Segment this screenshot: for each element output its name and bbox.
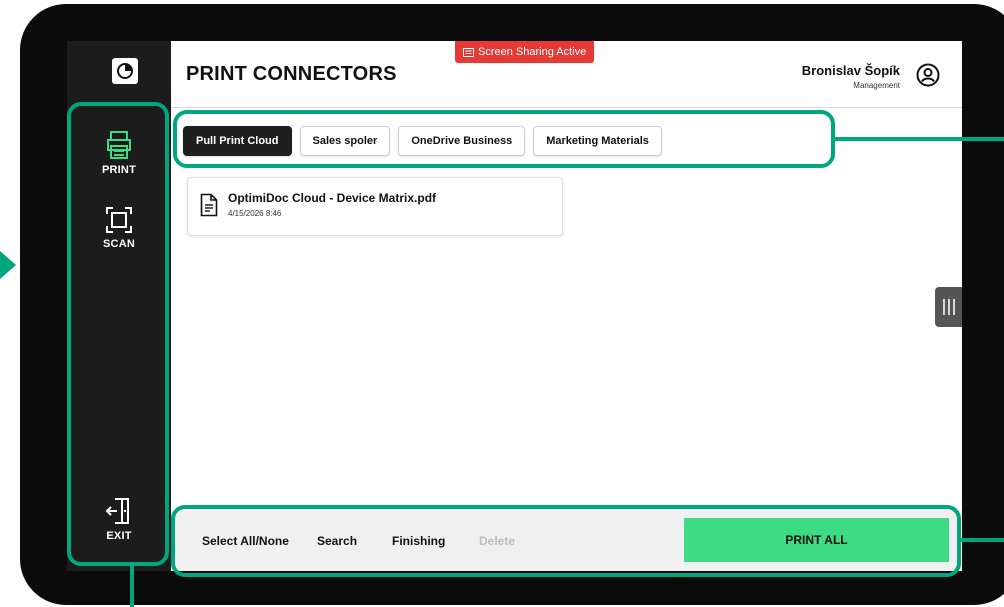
document-icon xyxy=(200,193,218,217)
screen-share-icon xyxy=(463,47,474,57)
callout-connector-line xyxy=(835,137,1004,141)
file-name: OptimiDoc Cloud - Device Matrix.pdf xyxy=(228,191,437,205)
callout-tabs-highlight xyxy=(173,110,835,168)
header: PRINT CONNECTORS Screen Sharing Active B… xyxy=(171,41,962,108)
callout-pointer-arrow xyxy=(0,251,16,279)
screen-sharing-banner: Screen Sharing Active xyxy=(455,41,595,63)
user-role: Management xyxy=(853,81,900,90)
app-logo xyxy=(112,58,138,84)
user-name: Bronislav Šopík xyxy=(801,63,900,78)
page-title: PRINT CONNECTORS xyxy=(186,63,397,85)
callout-connector-line xyxy=(130,566,134,607)
handle-grip-line xyxy=(952,299,955,315)
screen-sharing-text: Screen Sharing Active xyxy=(478,46,587,58)
callout-actions-highlight xyxy=(171,505,961,577)
file-date: 4/15/2026 8:46 xyxy=(228,209,282,218)
handle-grip-line xyxy=(942,299,945,315)
user-avatar-icon[interactable] xyxy=(916,63,940,87)
callout-connector-line xyxy=(961,538,1004,542)
logo-icon xyxy=(117,63,133,79)
file-card[interactable]: OptimiDoc Cloud - Device Matrix.pdf 4/15… xyxy=(187,177,563,236)
drawer-handle[interactable] xyxy=(935,287,962,327)
handle-grip-line xyxy=(947,299,950,315)
callout-sidebar-highlight xyxy=(67,102,169,566)
